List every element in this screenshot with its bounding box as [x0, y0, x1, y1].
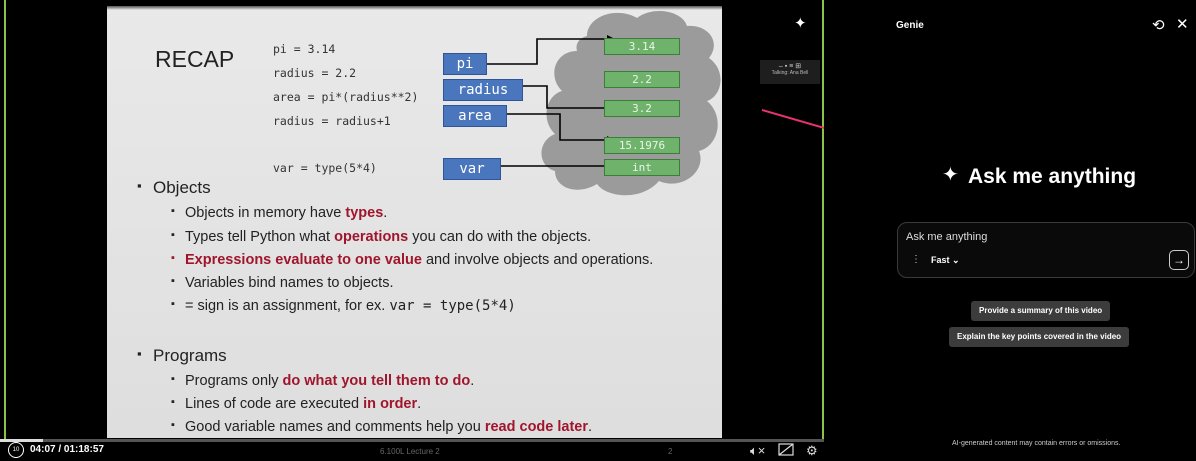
slide-title: RECAP [155, 46, 235, 72]
history-icon[interactable]: ⟲ [1152, 16, 1165, 34]
genie-panel: Genie ⟲ ✕ ✦ Ask me anything ⋮ Fast ⌄ → P… [824, 0, 1196, 461]
presenter-border-left [4, 0, 6, 440]
ask-input[interactable] [906, 231, 1146, 243]
bullet-item: Expressions evaluate to one value and in… [171, 252, 653, 268]
more-options-icon[interactable]: ⋮ [911, 254, 921, 265]
thumb-label: Talking: Ana Bell [771, 70, 809, 76]
progress-fill [0, 439, 43, 442]
value-box: 3.14 [604, 38, 680, 55]
captions-off-icon[interactable] [778, 443, 794, 459]
disclaimer: AI-generated content may contain errors … [952, 440, 1121, 447]
thumb-controls: – ▪ ≡ ⊞ [778, 63, 802, 70]
lecture-label: 6.100L Lecture 2 [380, 447, 440, 456]
settings-icon[interactable]: ⚙ [806, 443, 818, 459]
bullet-item: Lines of code are executed in order. [171, 396, 421, 412]
video-player[interactable]: RECAP pi = 3.14 radius = 2.2 area = pi*(… [0, 0, 841, 461]
value-box: int [604, 159, 680, 176]
value-box: 15.1976 [604, 137, 680, 154]
replay-10-icon[interactable]: 10 [8, 442, 24, 458]
code-line: pi = 3.14 [273, 42, 336, 56]
lecture-slide: RECAP pi = 3.14 radius = 2.2 area = pi*(… [107, 6, 722, 438]
suggestion-key-points-button[interactable]: Explain the key points covered in the vi… [949, 327, 1130, 347]
speaker-thumbnail[interactable]: – ▪ ≡ ⊞ Talking: Ana Bell [760, 60, 820, 84]
var-box-var: var [443, 158, 501, 180]
value-box: 3.2 [604, 100, 680, 117]
mode-label: Fast [931, 255, 950, 265]
var-box-pi: pi [443, 53, 487, 75]
close-icon[interactable]: ✕ [1176, 15, 1189, 33]
bullet-programs: Programs [137, 346, 227, 366]
bullet-item: = sign is an assignment, for ex. var = t… [171, 298, 516, 314]
var-box-radius: radius [443, 79, 523, 101]
sparkle-icon: ✦ [942, 164, 959, 186]
ask-box: ⋮ Fast ⌄ → [897, 222, 1195, 278]
slide-number: 2 [668, 447, 673, 456]
bullet-item: Good variable names and comments help yo… [171, 419, 592, 435]
code-line: radius = 2.2 [273, 66, 357, 80]
time-display: 04:07 / 01:18:57 [30, 444, 104, 455]
panel-title: Genie [896, 20, 924, 31]
bullet-item: Programs only do what you tell them to d… [171, 373, 474, 389]
code-line: area = pi*(radius**2) [273, 90, 419, 104]
mode-select[interactable]: Fast ⌄ [931, 255, 960, 266]
code-line: var = type(5*4) [273, 161, 377, 175]
bullet-item: Types tell Python what operations you ca… [171, 229, 591, 245]
bullet-objects: Objects [137, 178, 211, 198]
value-box: 2.2 [604, 71, 680, 88]
sparkle-icon[interactable]: ✦ [794, 14, 807, 32]
send-button[interactable]: → [1169, 250, 1189, 270]
code-line: radius = radius+1 [273, 114, 391, 128]
suggestion-summary-button[interactable]: Provide a summary of this video [971, 301, 1111, 321]
ask-heading: Ask me anything [968, 165, 1137, 188]
bullet-item: Variables bind names to objects. [171, 275, 393, 291]
bullet-item: Objects in memory have types. [171, 205, 387, 221]
progress-bar[interactable] [0, 439, 824, 442]
mute-icon[interactable]: 🔈︎× [750, 443, 765, 459]
var-box-area: area [443, 105, 507, 127]
